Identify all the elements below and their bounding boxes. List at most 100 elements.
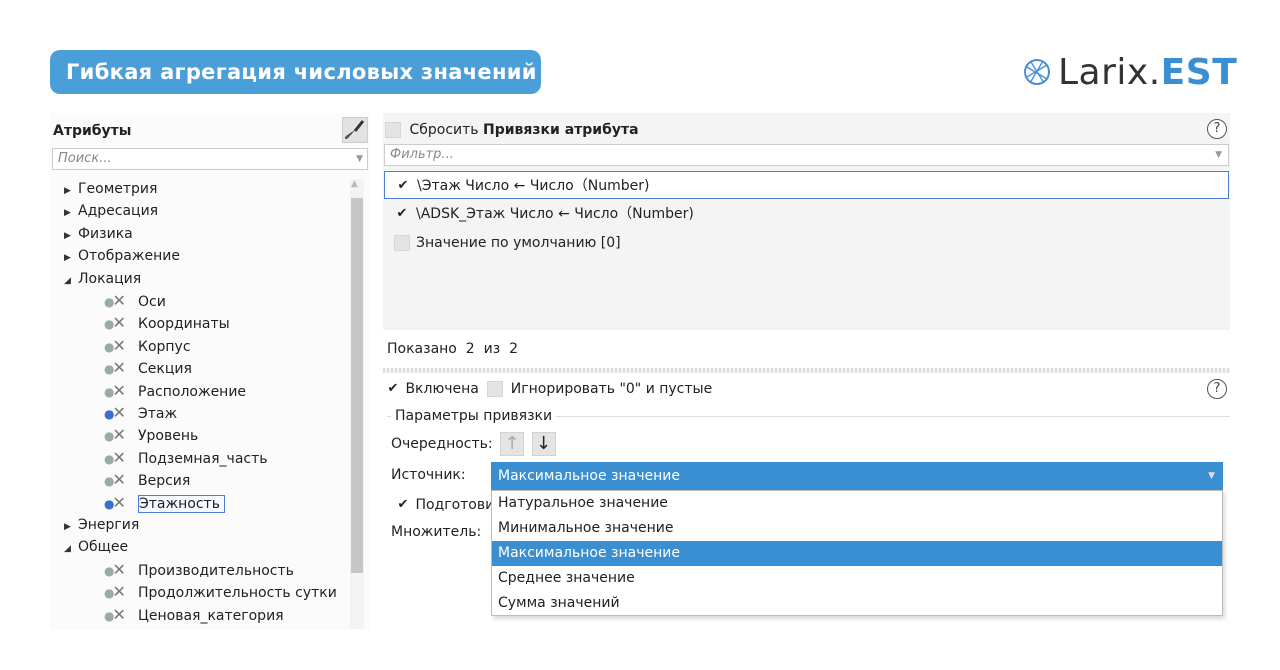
tree-leaf[interactable]: ●✕ Этаж (104, 402, 177, 424)
reset-bindings-row[interactable]: Сбросить Привязки атрибута (385, 120, 639, 140)
binding-checkbox[interactable]: ✔ (394, 206, 410, 222)
collapsed-triangle-icon[interactable]: ▶ (64, 202, 78, 224)
tree-group[interactable]: ▶ Физика (64, 223, 133, 245)
cross-icon: ✕ (112, 492, 126, 512)
brush-icon (345, 120, 365, 139)
tree-item-label: Секция (138, 361, 192, 378)
cross-icon: ✕ (112, 291, 126, 310)
tree-leaf[interactable]: ●✕ Уровень (104, 424, 198, 446)
tree-group[interactable]: ◢ Общее (64, 536, 128, 558)
shown-counter: Показано 2 из 2 (387, 341, 518, 357)
move-down-button[interactable]: ↓ (531, 432, 556, 456)
help-icon[interactable]: ? (1207, 379, 1227, 399)
dropdown-option[interactable]: Натуральное значение (492, 491, 1222, 516)
collapsed-triangle-icon[interactable]: ▶ (64, 516, 78, 538)
expanded-triangle-icon[interactable]: ◢ (64, 538, 78, 560)
filter-placeholder: Фильтр... (390, 147, 454, 162)
binding-status-icon: ●✕ (104, 492, 138, 515)
arrow-up-icon: ↑ (504, 433, 520, 454)
binding-row[interactable]: ✔ \Этаж Число ← Число（Number) (384, 171, 1229, 199)
source-value: Максимальное значение (498, 468, 680, 484)
bindings-panel: Сбросить Привязки атрибута ? Фильтр... ▼… (383, 113, 1230, 330)
reset-bold-label: Привязки атрибута (482, 122, 639, 138)
collapsed-triangle-icon[interactable]: ▶ (64, 225, 78, 247)
binding-row[interactable]: ✔ \ADSK_Этаж Число ← Число（Number) (384, 200, 1229, 228)
binding-status-icon: ●✕ (104, 312, 138, 335)
dropdown-option[interactable]: Сумма значений (492, 591, 1222, 616)
prep-checkbox[interactable]: ✔ (395, 497, 411, 513)
tree-item-label: Продолжительность сутки (138, 585, 337, 602)
cross-icon: ✕ (112, 335, 126, 355)
binding-status-icon: ●✕ (104, 559, 138, 582)
tree-leaf[interactable]: ●✕ Оси (104, 290, 166, 312)
ignore-label: Игнорировать "0" и пустые (510, 381, 713, 397)
source-label: Источник: (391, 467, 466, 483)
arrow-down-icon: ↓ (535, 433, 552, 454)
chevron-down-icon[interactable]: ▼ (356, 149, 363, 169)
tree-group[interactable]: ▶ Адресация (64, 200, 158, 222)
settings-panel: ✔ Включена Игнорировать "0" и пустые ? П… (383, 374, 1230, 630)
dropdown-option[interactable]: Максимальное значение (492, 541, 1222, 566)
binding-status-icon: ●✕ (104, 604, 138, 627)
tree-item-label: Адресация (78, 203, 159, 220)
filter-input[interactable]: Фильтр... ▼ (384, 144, 1229, 166)
collapsed-triangle-icon[interactable]: ▶ (64, 180, 78, 202)
prep-label: Подготови (415, 497, 495, 513)
collapsed-triangle-icon[interactable]: ▶ (64, 247, 78, 269)
reset-label: Сбросить (409, 122, 479, 138)
ignore-checkbox[interactable] (487, 381, 504, 397)
binding-status-icon: ●✕ (104, 581, 138, 604)
binding-checkbox[interactable] (394, 235, 410, 251)
tree-leaf[interactable]: ●✕ Этажность (104, 492, 225, 514)
tree-leaf[interactable]: ●✕ Продолжительность сутки (104, 581, 337, 603)
brush-button[interactable] (342, 117, 368, 143)
tree-item-label: Этажность (138, 494, 225, 513)
tree-leaf[interactable]: ●✕ Корпус (104, 335, 191, 357)
tree-leaf[interactable]: ●✕ Расположение (104, 380, 246, 402)
tree-item-label: Подземная_часть (138, 450, 268, 467)
shown-of: из (483, 341, 501, 357)
panel-splitter[interactable] (383, 368, 1230, 373)
scrollbar-thumb[interactable] (351, 198, 363, 573)
binding-row[interactable]: Значение по умолчанию [0] (384, 229, 1229, 257)
tree-item-label: Физика (78, 225, 133, 242)
tree-leaf[interactable]: ●✕ Секция (104, 357, 192, 379)
tree-item-label: Уровень (138, 428, 199, 445)
search-input[interactable]: Поиск... ▼ (52, 148, 368, 170)
tree-group[interactable]: ▶ Отображение (64, 245, 180, 267)
tree-leaf[interactable]: ●✕ Версия (104, 469, 190, 491)
reset-checkbox[interactable] (385, 122, 401, 138)
tree-leaf[interactable]: ●✕ Ценовая_категория (104, 604, 284, 626)
dropdown-option[interactable]: Минимальное значение (492, 516, 1222, 541)
tree-group[interactable]: ◢ Локация (64, 268, 141, 290)
order-label: Очередность: (391, 436, 493, 452)
tree-leaf[interactable]: ●✕ Координаты (104, 312, 230, 334)
binding-status-icon: ●✕ (104, 380, 138, 403)
tree-group[interactable]: ▶ Геометрия (64, 178, 157, 200)
binding-label: \ADSK_Этаж Число ← Число（Number) (416, 206, 694, 222)
dropdown-option[interactable]: Среднее значение (492, 566, 1222, 591)
binding-status-icon: ●✕ (104, 469, 138, 492)
cross-icon: ✕ (112, 425, 126, 445)
tree-item-label: Версия (138, 473, 191, 490)
move-up-button[interactable]: ↑ (500, 432, 525, 456)
cross-icon: ✕ (112, 582, 126, 602)
tree-item-label: Корпус (138, 338, 191, 355)
chevron-down-icon[interactable]: ▼ (1215, 145, 1222, 165)
source-combobox[interactable]: Максимальное значение ▼ (491, 462, 1223, 490)
enabled-row: ✔ Включена Игнорировать "0" и пустые (385, 378, 712, 400)
binding-status-icon: ●✕ (104, 402, 138, 425)
binding-checkbox[interactable]: ✔ (395, 178, 411, 194)
help-icon[interactable]: ? (1207, 119, 1227, 139)
chevron-down-icon[interactable]: ▼ (1208, 462, 1215, 490)
cross-icon: ✕ (112, 604, 126, 624)
expanded-triangle-icon[interactable]: ◢ (64, 270, 78, 292)
tree-leaf[interactable]: ●✕ Производительность (104, 559, 294, 581)
scroll-up-icon[interactable]: ▲ (351, 179, 358, 189)
tree-item-label: Локация (78, 270, 142, 287)
binding-status-icon: ●✕ (104, 424, 138, 447)
enabled-checkbox[interactable]: ✔ (385, 381, 401, 397)
tree-leaf[interactable]: ●✕ Подземная_часть (104, 447, 268, 469)
binding-label: \Этаж Число ← Число（Number) (417, 178, 650, 194)
tree-group[interactable]: ▶ Энергия (64, 514, 139, 536)
